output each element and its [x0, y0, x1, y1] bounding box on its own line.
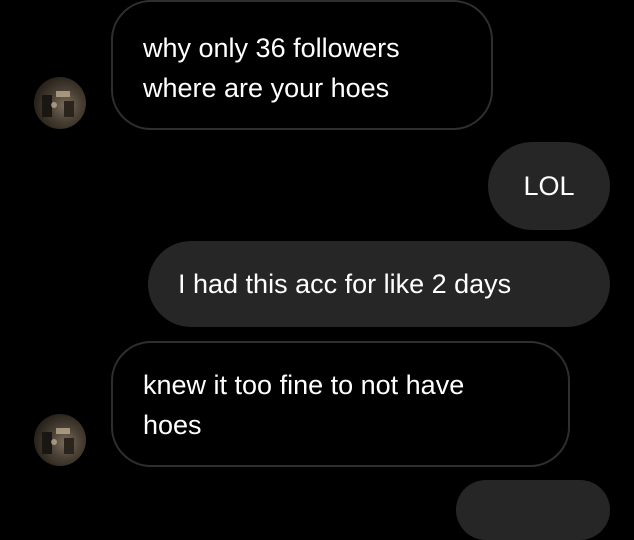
message-received-2[interactable]: knew it too fine to not have hoes: [111, 341, 570, 467]
contact-avatar-photo-icon: [42, 91, 74, 117]
message-sent-lol[interactable]: LOL: [488, 142, 610, 230]
contact-avatar[interactable]: [34, 77, 86, 129]
dm-thread-screen: { "conversation": { "messages": [ { "dir…: [0, 0, 634, 540]
message-sent-partial[interactable]: [456, 480, 610, 540]
contact-avatar-photo-icon: [42, 428, 74, 454]
message-sent-2[interactable]: I had this acc for like 2 days: [148, 241, 610, 327]
contact-avatar[interactable]: [34, 414, 86, 466]
message-received-1[interactable]: why only 36 followers where are your hoe…: [111, 0, 493, 130]
